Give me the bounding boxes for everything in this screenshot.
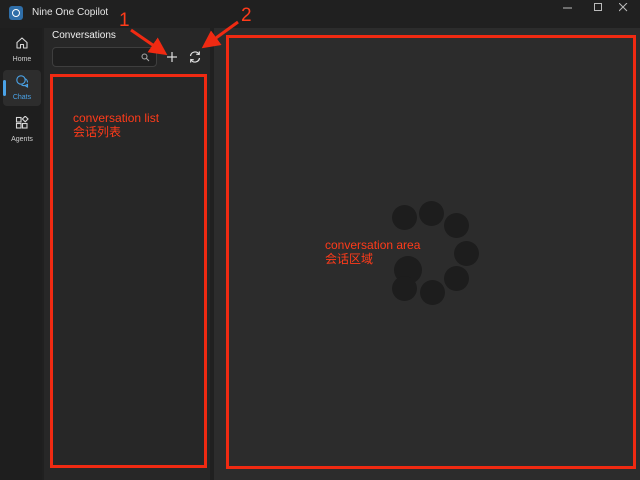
arrow-to-refresh-button (201, 20, 239, 49)
annotation-arrows (130, 20, 239, 56)
arrow-to-add-button (130, 28, 168, 56)
